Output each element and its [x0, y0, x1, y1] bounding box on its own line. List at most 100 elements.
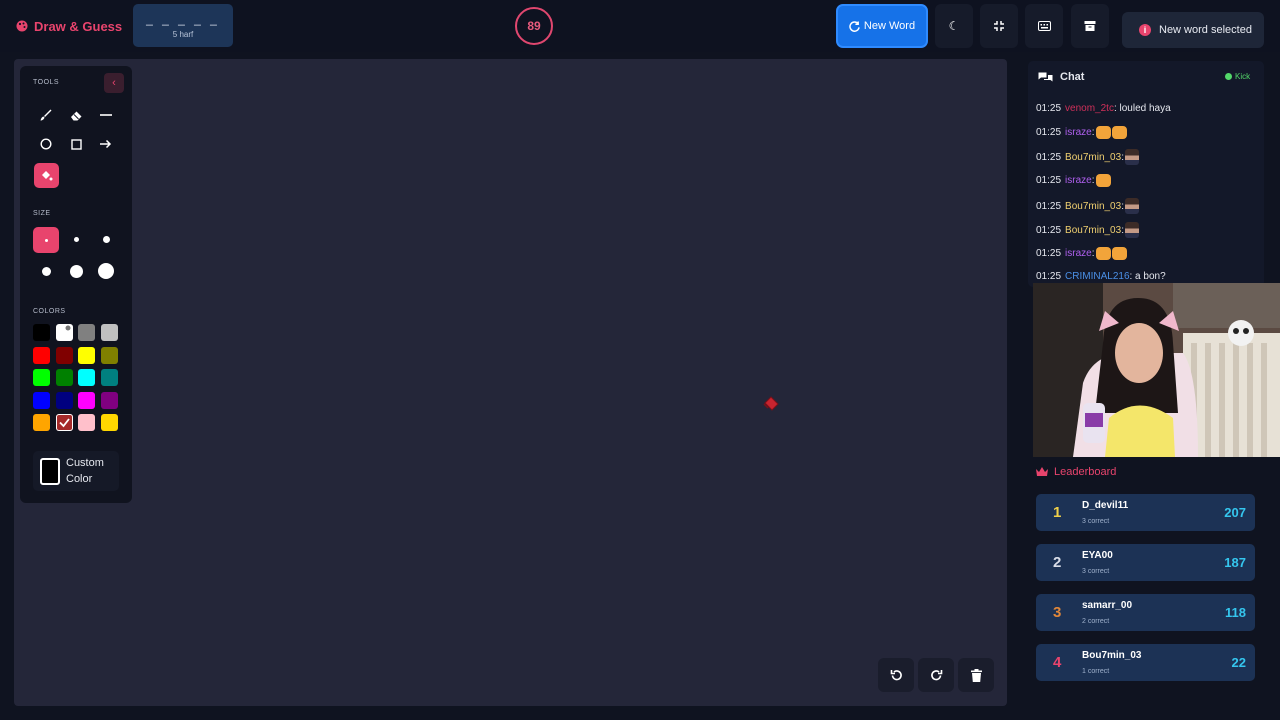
- color-swatch[interactable]: [100, 346, 118, 364]
- drawing-canvas[interactable]: [14, 59, 1007, 706]
- arrow-tool[interactable]: [94, 133, 118, 155]
- arrow-right-icon: [100, 139, 112, 149]
- message-username[interactable]: israze: [1065, 248, 1092, 259]
- dark-mode-button[interactable]: ☾: [935, 4, 973, 48]
- size-dot: [69, 264, 83, 278]
- leaderboard-score: 187: [1224, 555, 1246, 570]
- chat-message: 01:25 venom_2tc: louled haya: [1036, 103, 1171, 114]
- color-swatch[interactable]: [55, 414, 73, 432]
- size-option-6[interactable]: [94, 260, 118, 282]
- leaderboard-row: 2 EYA00 3 correct 187: [1036, 544, 1255, 581]
- circle-tool[interactable]: [34, 133, 58, 155]
- message-text: :: [1091, 127, 1095, 138]
- size-option-5[interactable]: [64, 260, 88, 282]
- color-swatch[interactable]: [78, 414, 96, 432]
- size-option-3[interactable]: [94, 228, 118, 250]
- dropper-icon: [65, 325, 71, 331]
- info-icon: i: [1139, 24, 1151, 36]
- undo-button[interactable]: [878, 658, 914, 692]
- message-text: :: [1121, 200, 1124, 212]
- color-swatch[interactable]: [33, 414, 50, 432]
- color-swatch[interactable]: [78, 391, 96, 409]
- message-time: 01:25: [1036, 200, 1062, 212]
- message-text: : louled haya: [1113, 103, 1171, 114]
- color-swatch[interactable]: [33, 391, 50, 409]
- size-option-2[interactable]: [64, 228, 88, 250]
- emote-cat-icon: [1111, 126, 1127, 139]
- palette-icon: [16, 20, 28, 32]
- message-time: 01:25: [1036, 271, 1062, 282]
- emote-person-icon: [1124, 198, 1139, 214]
- message-username[interactable]: CRIMINAL216: [1065, 271, 1129, 282]
- color-swatch[interactable]: [55, 346, 73, 364]
- chat-message: 01:25 Bou7min_03:: [1036, 222, 1139, 238]
- live-dot-icon: [1225, 73, 1232, 80]
- color-swatch[interactable]: [100, 414, 118, 432]
- message-username[interactable]: Bou7min_03: [1065, 225, 1121, 236]
- message-username[interactable]: israze: [1065, 175, 1092, 186]
- custom-color-label-line2: Color: [66, 473, 93, 485]
- collapse-panel-button[interactable]: ‹: [104, 73, 124, 93]
- leaderboard-score: 207: [1224, 505, 1246, 520]
- message-time: 01:25: [1036, 151, 1062, 163]
- emote-person-icon: [1124, 149, 1139, 165]
- message-username[interactable]: Bou7min_03: [1065, 152, 1121, 163]
- refresh-icon: [849, 20, 860, 32]
- leaderboard-player-name: samarr_00: [1082, 600, 1133, 611]
- color-swatch[interactable]: [55, 369, 73, 387]
- color-swatch[interactable]: [100, 391, 118, 409]
- color-swatch[interactable]: [55, 391, 73, 409]
- size-option-4[interactable]: [34, 260, 58, 282]
- chat-message: 01:25 israze:: [1036, 174, 1111, 187]
- colors-title: COLORS: [33, 308, 66, 315]
- leaderboard-player-name: Bou7min_03: [1082, 650, 1142, 661]
- emote-cat-icon: [1095, 126, 1111, 139]
- message-username[interactable]: venom_2tc: [1065, 103, 1114, 114]
- color-swatch[interactable]: [33, 346, 50, 364]
- color-swatch[interactable]: [100, 324, 118, 341]
- message-text: :: [1121, 224, 1124, 236]
- new-word-button[interactable]: New Word: [836, 4, 928, 48]
- color-swatch[interactable]: [78, 346, 96, 364]
- custom-color-swatch: [40, 457, 60, 485]
- size-option-1[interactable]: [33, 227, 59, 253]
- redo-button[interactable]: [918, 658, 954, 692]
- archive-button[interactable]: [1071, 4, 1109, 48]
- keyboard-button[interactable]: [1025, 4, 1063, 48]
- top-bar: Draw & Guess _ _ _ _ _ 5 harf 89 New Wor…: [0, 0, 1280, 52]
- notification-toast: i New word selected: [1122, 12, 1264, 48]
- color-swatch[interactable]: [33, 369, 50, 387]
- leaderboard-row: 1 D_devil11 3 correct 207: [1036, 494, 1255, 531]
- fill-tool[interactable]: [34, 163, 59, 188]
- custom-color-label: Custom Color: [66, 455, 104, 487]
- check-icon: [58, 418, 70, 428]
- kick-label: Kick: [1235, 72, 1251, 81]
- message-time: 01:25: [1036, 224, 1062, 236]
- custom-color-button[interactable]: Custom Color: [33, 451, 119, 491]
- chat-message: 01:25 Bou7min_03:: [1036, 198, 1139, 214]
- line-icon: [100, 114, 112, 116]
- brush-tool[interactable]: [34, 104, 58, 126]
- chat-bubbles-icon: [1038, 72, 1053, 82]
- fullscreen-button[interactable]: [980, 4, 1018, 48]
- message-username[interactable]: Bou7min_03: [1065, 201, 1121, 212]
- color-swatch[interactable]: [78, 369, 96, 387]
- message-time: 01:25: [1036, 103, 1062, 114]
- keyboard-icon: [1037, 21, 1051, 31]
- color-swatch[interactable]: [33, 324, 50, 341]
- clear-canvas-button[interactable]: [958, 658, 994, 692]
- emote-person-icon: [1124, 222, 1139, 238]
- rectangle-tool[interactable]: [64, 133, 88, 155]
- size-title: SIZE: [33, 210, 51, 217]
- emote-cat-icon: [1095, 174, 1111, 187]
- leaderboard-header: Leaderboard: [1036, 466, 1116, 478]
- custom-color-label-line1: Custom: [66, 457, 104, 469]
- round-timer: 89: [515, 7, 553, 45]
- eraser-tool[interactable]: [64, 104, 88, 126]
- message-username[interactable]: israze: [1065, 127, 1092, 138]
- line-tool[interactable]: [94, 104, 118, 126]
- color-swatch[interactable]: [78, 324, 96, 341]
- leaderboard-correct-count: 3 correct: [1082, 518, 1110, 525]
- color-swatch[interactable]: [55, 324, 73, 341]
- color-swatch[interactable]: [100, 369, 118, 387]
